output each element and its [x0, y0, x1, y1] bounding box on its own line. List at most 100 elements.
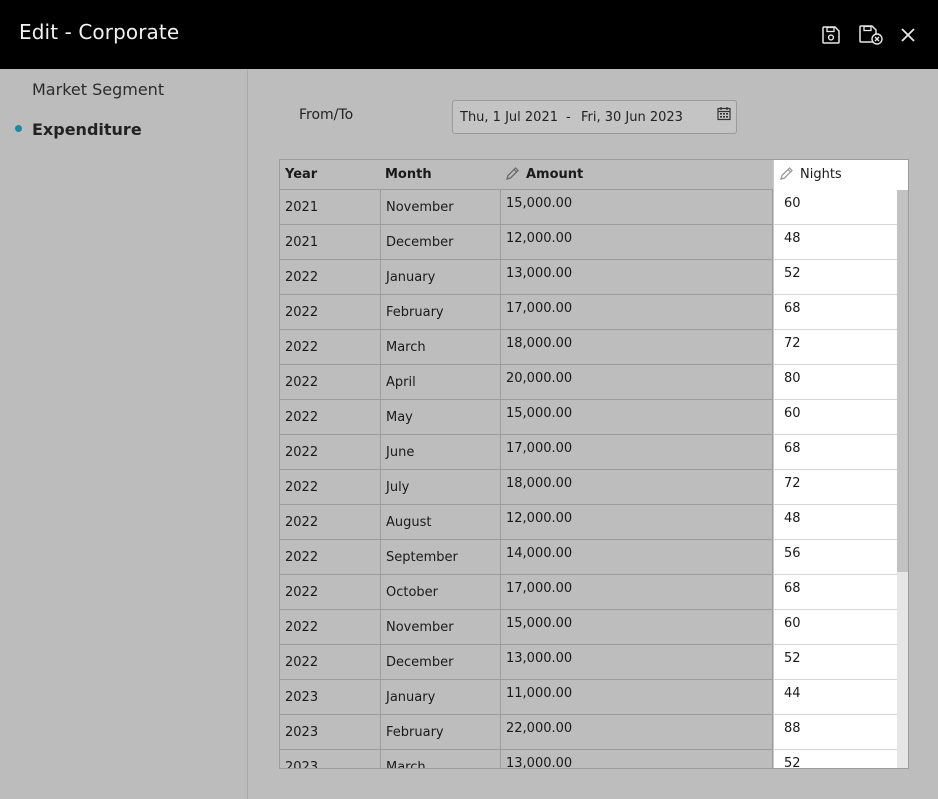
- to-date: Fri, 30 Jun 2023: [581, 110, 683, 125]
- cell-nights[interactable]: 72: [773, 470, 897, 505]
- table-row[interactable]: 2022 August 12,000.00 48: [280, 505, 908, 540]
- save-button[interactable]: [818, 22, 844, 48]
- cell-nights[interactable]: 68: [773, 575, 897, 610]
- cell-nights[interactable]: 44: [773, 680, 897, 715]
- cell-year: 2023: [285, 760, 319, 769]
- cell-year: 2022: [285, 620, 319, 635]
- cell-month: July: [380, 470, 500, 505]
- cell-nights[interactable]: 60: [773, 190, 897, 225]
- cell-year: 2022: [285, 270, 319, 285]
- table-row[interactable]: 2023 February 22,000.00 88: [280, 715, 908, 750]
- cell-nights[interactable]: 60: [773, 610, 897, 645]
- cell-month: November: [380, 190, 500, 225]
- sidebar-item-expenditure[interactable]: Expenditure: [32, 120, 142, 139]
- cell-amount[interactable]: 18,000.00: [500, 470, 773, 505]
- cell-amount[interactable]: 13,000.00: [500, 645, 773, 680]
- save-close-icon: [859, 25, 883, 45]
- cell-month: March: [380, 750, 500, 768]
- date-range-picker[interactable]: Thu, 1 Jul 2021 - Fri, 30 Jun 2023: [452, 100, 737, 134]
- table-row[interactable]: 2022 June 17,000.00 68: [280, 435, 908, 470]
- main-panel: From/To Thu, 1 Jul 2021 - Fri, 30 Jun 20…: [249, 69, 938, 799]
- cell-month: October: [380, 575, 500, 610]
- scrollbar-thumb[interactable]: [897, 190, 908, 572]
- close-button[interactable]: [895, 22, 921, 48]
- close-icon: [901, 28, 915, 42]
- column-header-month[interactable]: Month: [380, 160, 500, 190]
- cell-nights[interactable]: 68: [773, 295, 897, 330]
- edit-pencil-icon: [506, 166, 519, 180]
- cell-nights[interactable]: 48: [773, 505, 897, 540]
- cell-amount[interactable]: 13,000.00: [500, 260, 773, 295]
- cell-amount[interactable]: 14,000.00: [500, 540, 773, 575]
- cell-year: 2023: [285, 725, 319, 740]
- table-row[interactable]: 2022 February 17,000.00 68: [280, 295, 908, 330]
- cell-amount[interactable]: 17,000.00: [500, 295, 773, 330]
- table-row[interactable]: 2022 March 18,000.00 72: [280, 330, 908, 365]
- cell-nights[interactable]: 72: [773, 330, 897, 365]
- table-row[interactable]: 2021 December 12,000.00 48: [280, 225, 908, 260]
- save-and-close-button[interactable]: [858, 22, 884, 48]
- cell-nights[interactable]: 52: [773, 645, 897, 680]
- cell-month: April: [380, 365, 500, 400]
- cell-nights[interactable]: 88: [773, 715, 897, 750]
- column-header-amount-label: Amount: [526, 167, 584, 182]
- table-row[interactable]: 2021 November 15,000.00 60: [280, 190, 908, 225]
- cell-year: 2022: [285, 305, 319, 320]
- cell-year: 2021: [285, 235, 319, 250]
- edit-pencil-icon: [780, 166, 793, 180]
- active-indicator-dot: [15, 125, 22, 132]
- table-row[interactable]: 2022 December 13,000.00 52: [280, 645, 908, 680]
- table-row[interactable]: 2022 July 18,000.00 72: [280, 470, 908, 505]
- cell-amount[interactable]: 13,000.00: [500, 750, 773, 768]
- cell-amount[interactable]: 17,000.00: [500, 435, 773, 470]
- cell-year: 2022: [285, 480, 319, 495]
- cell-amount[interactable]: 15,000.00: [500, 190, 773, 225]
- cell-year: 2023: [285, 690, 319, 705]
- cell-nights[interactable]: 48: [773, 225, 897, 260]
- sidebar: Market Segment Expenditure: [0, 69, 248, 799]
- cell-nights[interactable]: 56: [773, 540, 897, 575]
- cell-nights[interactable]: 60: [773, 400, 897, 435]
- cell-nights[interactable]: 52: [773, 750, 897, 768]
- table-row[interactable]: 2022 October 17,000.00 68: [280, 575, 908, 610]
- cell-amount[interactable]: 12,000.00: [500, 225, 773, 260]
- table-row[interactable]: 2022 November 15,000.00 60: [280, 610, 908, 645]
- cell-amount[interactable]: 20,000.00: [500, 365, 773, 400]
- cell-amount[interactable]: 18,000.00: [500, 330, 773, 365]
- cell-amount[interactable]: 11,000.00: [500, 680, 773, 715]
- table-row[interactable]: 2022 January 13,000.00 52: [280, 260, 908, 295]
- cell-month: June: [380, 435, 500, 470]
- window-title: Edit - Corporate: [19, 20, 180, 44]
- cell-amount[interactable]: 17,000.00: [500, 575, 773, 610]
- cell-nights[interactable]: 68: [773, 435, 897, 470]
- cell-year: 2022: [285, 340, 319, 355]
- sidebar-item-market-segment[interactable]: Market Segment: [32, 80, 164, 99]
- cell-amount[interactable]: 15,000.00: [500, 610, 773, 645]
- cell-amount[interactable]: 12,000.00: [500, 505, 773, 540]
- cell-year: 2022: [285, 515, 319, 530]
- table-row[interactable]: 2023 January 11,000.00 44: [280, 680, 908, 715]
- cell-month: December: [380, 225, 500, 260]
- from-date: Thu, 1 Jul 2021: [460, 110, 558, 125]
- cell-month: March: [380, 330, 500, 365]
- cell-month: November: [380, 610, 500, 645]
- cell-year: 2022: [285, 585, 319, 600]
- cell-year: 2022: [285, 375, 319, 390]
- calendar-icon[interactable]: [717, 106, 731, 125]
- cell-year: 2021: [285, 200, 319, 215]
- table-row[interactable]: 2022 April 20,000.00 80: [280, 365, 908, 400]
- title-bar: Edit - Corporate: [0, 0, 938, 69]
- cell-amount[interactable]: 22,000.00: [500, 715, 773, 750]
- column-header-amount[interactable]: Amount: [500, 160, 773, 190]
- column-header-year[interactable]: Year: [280, 160, 380, 190]
- cell-nights[interactable]: 52: [773, 260, 897, 295]
- table-row[interactable]: 2022 May 15,000.00 60: [280, 400, 908, 435]
- table-row[interactable]: 2023 March 13,000.00 52: [280, 750, 908, 769]
- cell-month: December: [380, 645, 500, 680]
- vertical-scrollbar[interactable]: [897, 190, 908, 768]
- cell-amount[interactable]: 15,000.00: [500, 400, 773, 435]
- column-header-nights[interactable]: Nights: [773, 160, 908, 190]
- cell-nights[interactable]: 80: [773, 365, 897, 400]
- table-row[interactable]: 2022 September 14,000.00 56: [280, 540, 908, 575]
- cell-month: May: [380, 400, 500, 435]
